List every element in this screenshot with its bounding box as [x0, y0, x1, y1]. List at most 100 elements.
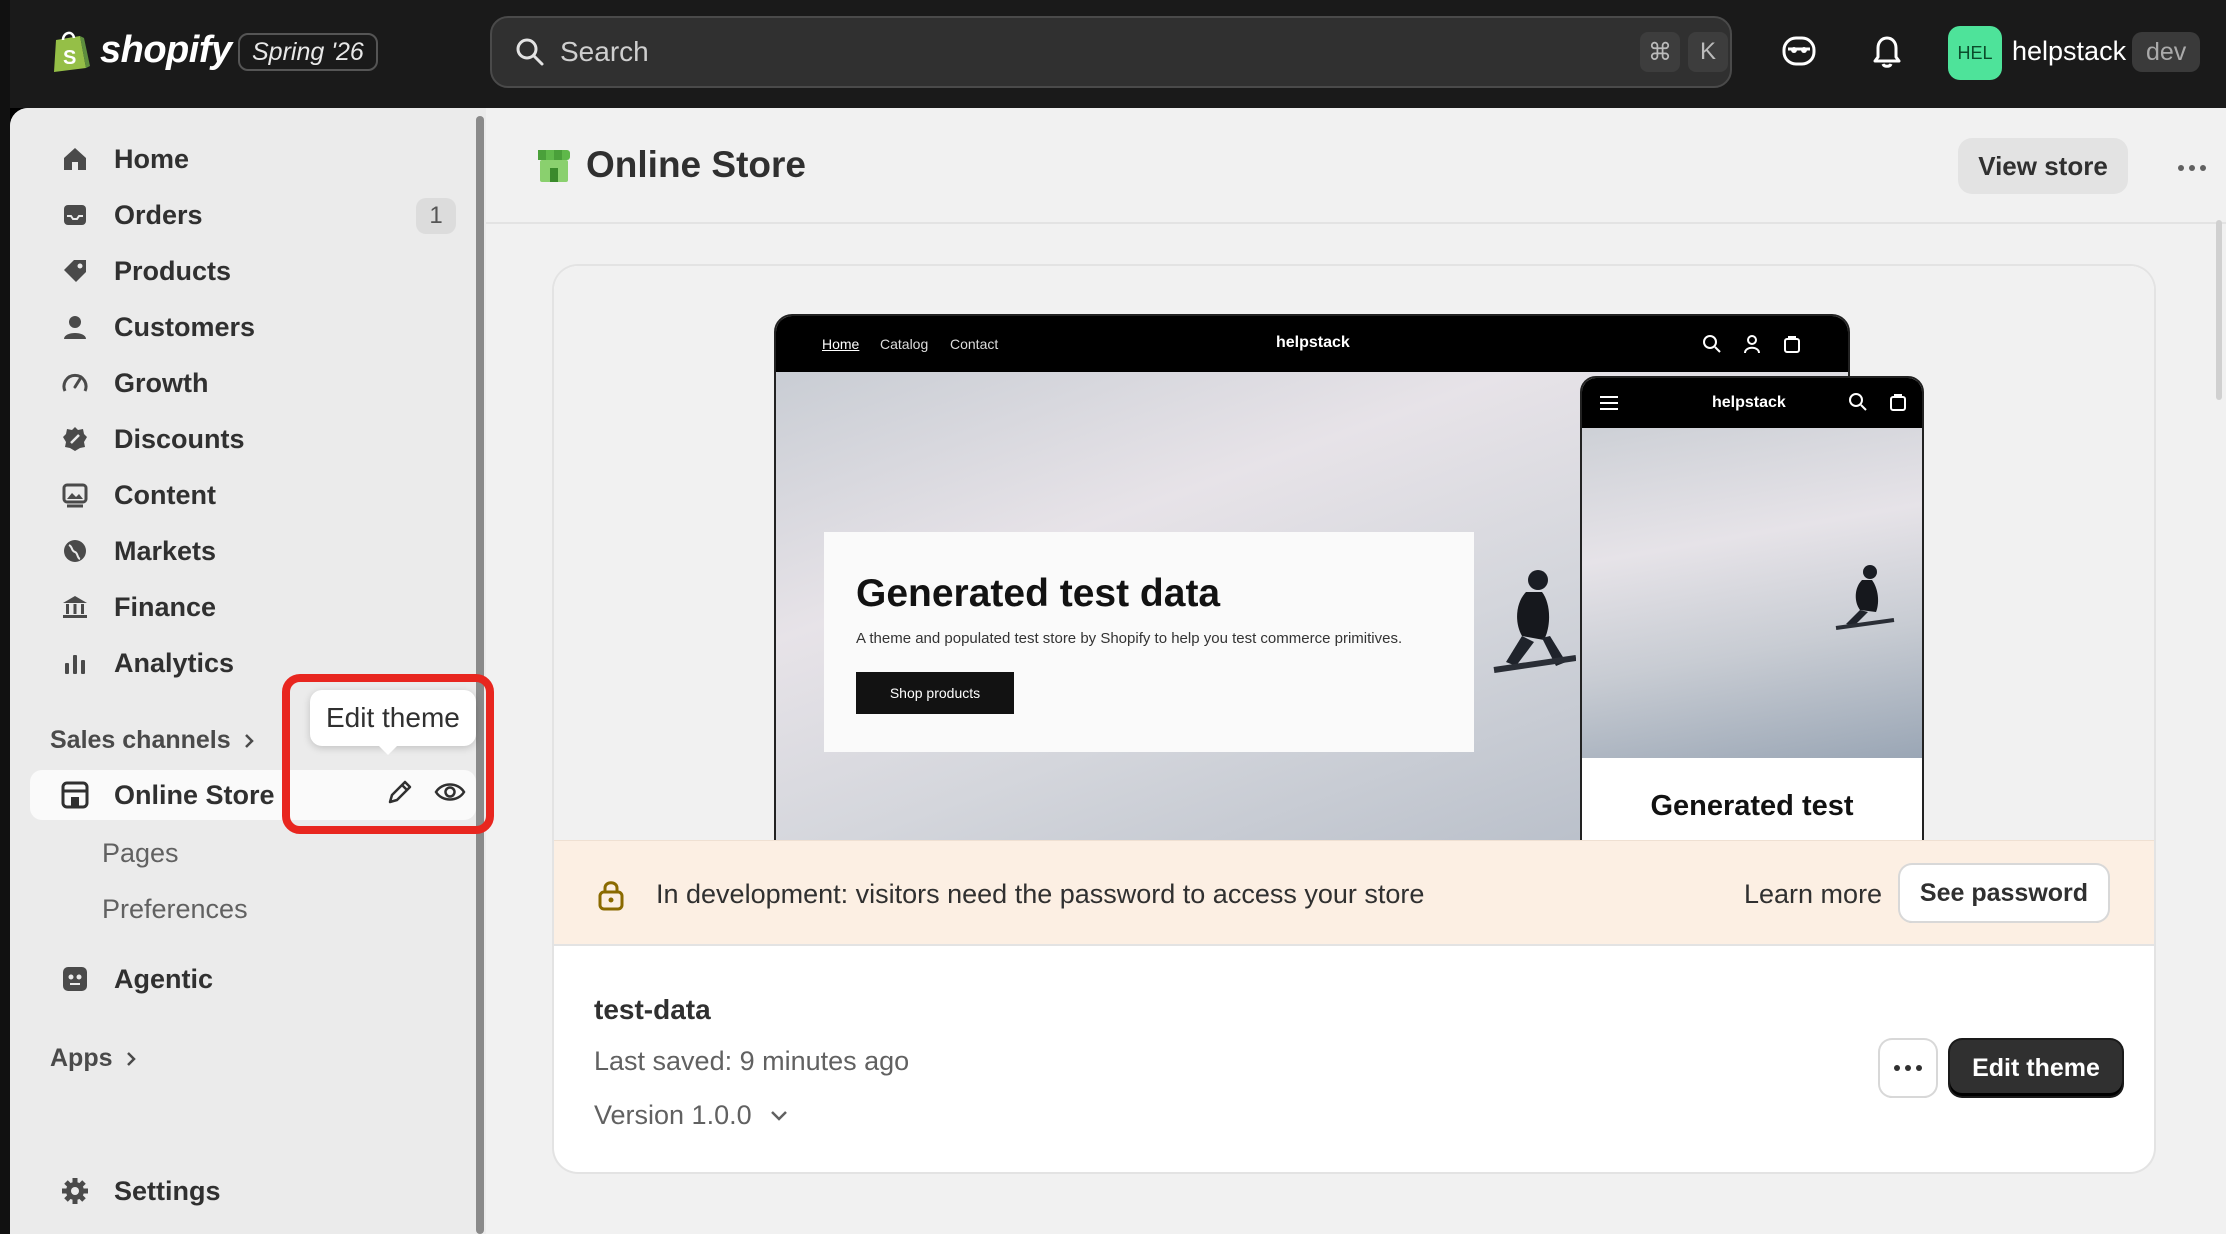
globe-icon — [60, 536, 90, 566]
search-icon — [1703, 335, 1721, 353]
bell-icon — [1873, 36, 1901, 68]
sidebar-subitem-pages[interactable]: Pages — [102, 838, 179, 869]
theme-last-saved: Last saved: 9 minutes ago — [594, 1046, 910, 1076]
sales-channels-label: Sales channels — [50, 726, 231, 754]
theme-more-actions-button[interactable] — [1880, 1040, 1936, 1096]
left-edge-strip — [0, 0, 10, 1234]
sidebar-item-label: Markets — [114, 535, 217, 566]
preview-nav-catalog: Catalog — [880, 336, 929, 352]
preview-nav-contact: Contact — [950, 336, 999, 352]
hero-text-box: Generated test data A theme and populate… — [824, 532, 1474, 752]
main-scrollbar[interactable] — [2216, 220, 2222, 400]
snowboarder-figure — [1493, 570, 1576, 673]
sidekick-button[interactable] — [1776, 28, 1822, 74]
sidebar-item-label: Agentic — [114, 963, 214, 994]
image-icon — [60, 480, 90, 510]
notifications-button[interactable] — [1864, 28, 1910, 74]
theme-version-label: Version 1.0.0 — [594, 1100, 752, 1130]
sidebar-item-label: Finance — [114, 591, 217, 622]
header-more-actions-button[interactable] — [2170, 148, 2214, 188]
online-store-icon — [538, 150, 570, 182]
storefront-icon — [60, 780, 90, 810]
ellipsis-icon — [2178, 165, 2206, 171]
preview-nav-home: Home — [822, 336, 860, 352]
sidebar-item-agentic[interactable]: Agentic — [30, 954, 470, 1004]
chevron-right-icon — [126, 1051, 136, 1066]
edit-theme-button[interactable]: Edit theme — [1950, 1040, 2122, 1096]
apps-header[interactable]: Apps — [50, 1044, 139, 1073]
sidebar-item-discounts[interactable]: Discounts — [30, 414, 470, 464]
chevron-right-icon — [244, 733, 254, 748]
hamburger-menu-icon — [1600, 396, 1618, 410]
gear-icon — [60, 1176, 90, 1206]
hero-description: A theme and populated test store by Shop… — [856, 630, 1403, 647]
sidebar-item-home[interactable]: Home — [30, 134, 470, 184]
orders-count-badge: 1 — [416, 198, 456, 234]
sidekick-icon — [1782, 36, 1816, 66]
sidebar-item-label: Products — [114, 255, 232, 286]
bar-chart-icon — [60, 648, 90, 678]
top-bar: S shopify Spring '26 ⌘ K HEL helpstack d… — [0, 0, 2226, 108]
inbox-icon — [60, 200, 90, 230]
app-shell: Home Orders 1 Products Customers Growth … — [10, 108, 2226, 1234]
svg-text:S: S — [63, 47, 76, 69]
highlight-annotation-box — [282, 674, 494, 834]
sidebar-item-label: Discounts — [114, 423, 245, 454]
page-title-text: Online Store — [586, 144, 806, 185]
sidebar: Home Orders 1 Products Customers Growth … — [10, 108, 486, 1234]
ellipsis-icon — [1894, 1065, 1922, 1071]
search-bar[interactable]: ⌘ K — [490, 16, 1732, 88]
search-input[interactable] — [560, 36, 1560, 68]
sidebar-item-products[interactable]: Products — [30, 246, 470, 296]
avatar[interactable]: HEL — [1948, 26, 2002, 80]
sidebar-item-growth[interactable]: Growth — [30, 358, 470, 408]
sidebar-item-label: Orders — [114, 199, 203, 230]
search-icon — [1849, 393, 1867, 411]
discount-icon — [60, 424, 90, 454]
sales-channels-header[interactable]: Sales channels — [50, 726, 257, 755]
sidebar-item-label: Analytics — [114, 647, 235, 678]
shopify-logo[interactable]: S shopify — [50, 28, 232, 72]
cart-icon — [1890, 394, 1906, 411]
tag-icon — [60, 256, 90, 286]
theme-version-toggle[interactable]: Version 1.0.0 — [594, 1100, 788, 1131]
sidebar-item-settings[interactable]: Settings — [30, 1166, 470, 1216]
home-icon — [60, 144, 90, 174]
hero-title: Generated test data — [856, 572, 1221, 615]
k-key-hint: K — [1688, 32, 1728, 72]
search-icon — [516, 38, 544, 66]
brand-name: shopify — [100, 28, 232, 71]
view-store-button[interactable]: View store — [1958, 138, 2128, 194]
desktop-preview-nav: Home Catalog Contact helpstack — [776, 316, 1848, 372]
gauge-icon — [60, 368, 90, 398]
store-name[interactable]: helpstack — [2012, 36, 2126, 67]
mobile-preview: helpstack Generated test — [1580, 376, 1924, 840]
sidebar-item-label: Settings — [114, 1175, 221, 1206]
snowboarder-figure — [1835, 565, 1895, 630]
bank-icon — [60, 592, 90, 622]
see-password-button[interactable]: See password — [1900, 865, 2108, 921]
edition-badge[interactable]: Spring '26 — [238, 33, 378, 71]
sidebar-item-label: Customers — [114, 311, 256, 342]
sidebar-item-orders[interactable]: Orders 1 — [30, 190, 470, 240]
learn-more-link[interactable]: Learn more — [1744, 879, 1882, 910]
sidebar-item-customers[interactable]: Customers — [30, 302, 470, 352]
theme-card: Home Catalog Contact helpstack Generated… — [554, 266, 2154, 1172]
person-icon — [60, 312, 90, 342]
env-badge: dev — [2132, 32, 2201, 72]
development-banner: In development: visitors need the passwo… — [554, 840, 2154, 946]
mobile-hero-image — [1582, 428, 1922, 758]
development-banner-text: In development: visitors need the passwo… — [656, 879, 1425, 909]
sidebar-item-markets[interactable]: Markets — [30, 526, 470, 576]
sidebar-item-label: Content — [114, 479, 216, 510]
lock-icon — [598, 881, 624, 911]
mobile-hero-title: Generated test — [1650, 790, 1854, 822]
command-key-hint: ⌘ — [1640, 32, 1680, 72]
account-icon — [1744, 335, 1760, 354]
theme-preview[interactable]: Home Catalog Contact helpstack Generated… — [554, 266, 2154, 840]
apps-label: Apps — [50, 1044, 113, 1072]
sidebar-item-content[interactable]: Content — [30, 470, 470, 520]
sidebar-item-label: Home — [114, 143, 190, 174]
sidebar-subitem-preferences[interactable]: Preferences — [102, 894, 248, 925]
sidebar-item-finance[interactable]: Finance — [30, 582, 470, 632]
